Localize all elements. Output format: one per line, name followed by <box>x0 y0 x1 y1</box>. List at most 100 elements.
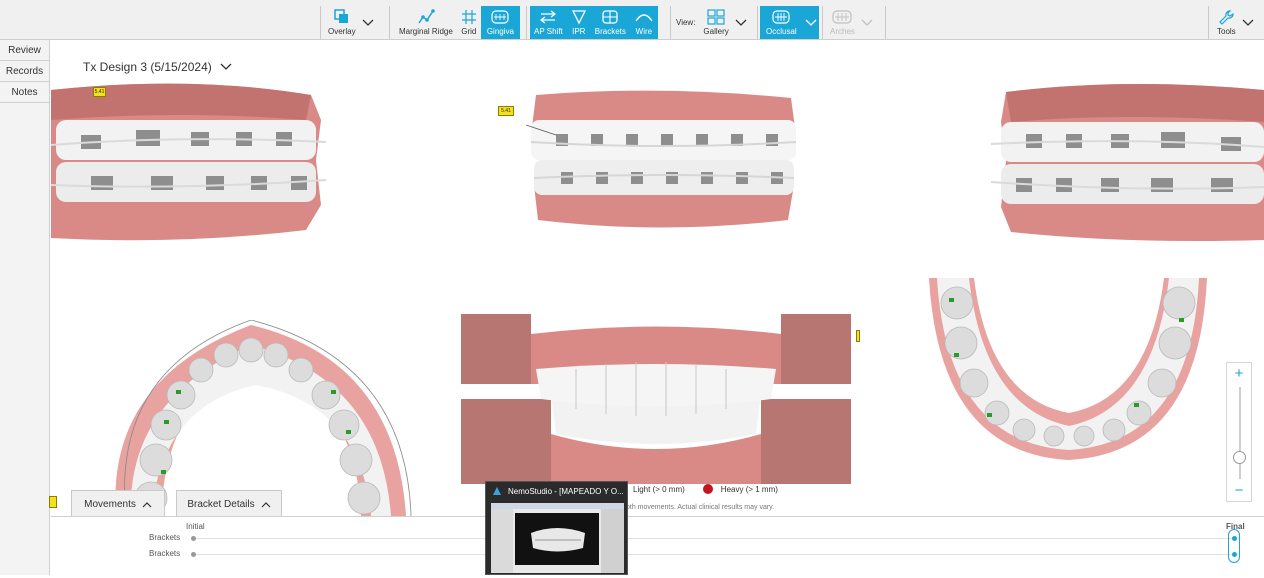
legend-heavy: Heavy (> 1 mm) <box>720 484 778 494</box>
gingiva-label: Gingiva <box>486 27 514 36</box>
toolbar-divider <box>526 6 527 39</box>
sidebar-item-review[interactable]: Review <box>0 40 49 61</box>
final-stage-dot[interactable] <box>1232 552 1237 557</box>
preview-thumbnail <box>491 503 624 573</box>
bracket-details-tab-label: Bracket Details <box>187 498 255 510</box>
brackets-button[interactable]: Brackets <box>590 6 630 39</box>
toolbar-divider <box>757 6 758 39</box>
frontal-open-view[interactable] <box>456 314 854 489</box>
chevron-down-icon <box>220 63 232 70</box>
legend-light: Light (> 0 mm) <box>633 484 685 494</box>
marginal-ridge-button[interactable]: Marginal Ridge <box>395 6 457 39</box>
gingiva-button[interactable]: Gingiva <box>480 6 520 39</box>
movements-tab[interactable]: Movements <box>71 490 165 517</box>
wire-icon <box>635 14 653 22</box>
collision-legend: Light (> 0 mm) Heavy (> 1 mm) <box>633 484 778 494</box>
arches-icon <box>832 10 853 24</box>
initial-label: Initial <box>186 522 205 531</box>
gallery-viewport[interactable]: Tx Design 3 (5/15/2024) 5.41 5.41 + − Li… <box>51 40 1264 516</box>
toolbar-divider <box>670 6 671 39</box>
overlay-group: Overlay <box>324 6 376 39</box>
arches-button[interactable]: Arches <box>826 6 859 39</box>
zoom-in-button[interactable]: + <box>1227 365 1251 382</box>
tools-button[interactable]: Tools <box>1213 6 1240 39</box>
arches-chevron-down-icon[interactable] <box>859 6 875 39</box>
ap-shift-button[interactable]: AP Shift <box>530 6 567 39</box>
upper-occlusal-view[interactable] <box>106 320 416 516</box>
ap-shift-icon <box>540 10 557 24</box>
zoom-control: + − <box>1226 362 1252 502</box>
brackets-icon <box>602 10 618 24</box>
occlusal-group: Occlusal <box>760 6 819 39</box>
view-options-group: Marginal Ridge Grid Gingiva <box>395 6 520 39</box>
bracket-details-tab[interactable]: Bracket Details <box>176 490 282 517</box>
arches-label: Arches <box>830 27 855 36</box>
final-stage-dot[interactable] <box>1232 536 1237 541</box>
toolbar-divider <box>822 6 823 39</box>
chevron-up-icon <box>142 501 152 507</box>
disclaimer-text: oth movements. Actual clinical results m… <box>626 504 775 511</box>
design-title: Tx Design 3 (5/15/2024) <box>83 60 212 74</box>
stage-timeline: Initial Final Brackets Brackets <box>51 516 1264 575</box>
occlusal-chevron-down-icon[interactable] <box>803 6 819 39</box>
overlay-chevron-down-icon[interactable] <box>360 6 376 39</box>
right-buccal-view[interactable] <box>51 80 336 242</box>
wire-button[interactable]: Wire <box>629 6 658 39</box>
brackets-row-label: Brackets <box>149 533 181 542</box>
arches-group: Arches <box>826 6 875 39</box>
ipr-tag[interactable]: 5.41 <box>93 87 106 97</box>
zoom-out-button[interactable]: − <box>1227 482 1251 499</box>
grid-button[interactable]: Grid <box>457 6 481 39</box>
ipr-tag-edge[interactable] <box>49 496 57 508</box>
toolbar-divider <box>389 6 390 39</box>
heavy-dot-icon <box>702 484 713 494</box>
initial-stage-dot[interactable] <box>191 552 196 557</box>
timeline-track[interactable] <box>194 538 1234 539</box>
ipr-tag-edge[interactable] <box>856 330 860 342</box>
preview-title: NemoStudio - [MAPEADO Y O... <box>508 486 624 496</box>
ipr-tag[interactable]: 5.41 <box>498 106 514 116</box>
toolbar-divider <box>1208 6 1209 39</box>
brackets-row-label: Brackets <box>149 549 181 558</box>
overlay-icon <box>334 9 348 23</box>
gingiva-icon <box>491 10 509 24</box>
occlusal-button[interactable]: Occlusal <box>760 6 803 39</box>
toolbar: Overlay Marginal Ridge Grid Gingiva AP S… <box>0 0 1264 40</box>
toolbar-divider <box>885 6 886 39</box>
taskbar-window-preview[interactable]: NemoStudio - [MAPEADO Y O... <box>485 481 628 575</box>
sidebar-item-records[interactable]: Records <box>0 61 49 82</box>
gallery-chevron-down-icon[interactable] <box>733 6 749 39</box>
nemostudio-app-icon <box>493 487 501 495</box>
sidebar-item-notes[interactable]: Notes <box>0 82 49 103</box>
tools-menu-group: Tools <box>1213 6 1256 39</box>
chevron-up-icon <box>261 501 271 507</box>
preview-header: NemoStudio - [MAPEADO Y O... <box>486 482 627 500</box>
ap-shift-label: AP Shift <box>534 27 563 36</box>
wrench-icon <box>1219 10 1234 25</box>
gallery-label: Gallery <box>703 27 729 36</box>
gallery-icon <box>707 9 725 25</box>
overlay-label: Overlay <box>328 27 356 36</box>
final-stage-marker[interactable] <box>1228 529 1240 563</box>
zoom-track[interactable] <box>1239 387 1241 479</box>
gallery-button[interactable]: Gallery <box>699 6 732 39</box>
ipr-button[interactable]: IPR <box>566 6 591 39</box>
left-buccal-view[interactable] <box>986 82 1264 242</box>
tools-chevron-down-icon[interactable] <box>1240 6 1256 39</box>
left-sidebar: Review Records Notes <box>0 40 50 575</box>
occlusal-icon <box>772 10 790 24</box>
ipr-label: IPR <box>572 27 586 36</box>
marginal-ridge-icon <box>418 9 435 24</box>
lower-occlusal-view[interactable] <box>929 278 1209 463</box>
occlusal-label: Occlusal <box>766 27 797 36</box>
design-selector[interactable]: Tx Design 3 (5/15/2024) <box>83 60 232 74</box>
zoom-slider-thumb[interactable] <box>1233 451 1246 464</box>
frontal-view[interactable] <box>526 90 801 230</box>
movements-tab-label: Movements <box>84 498 136 510</box>
initial-stage-dot[interactable] <box>191 536 196 541</box>
brackets-label: Brackets <box>594 27 626 36</box>
timeline-track[interactable] <box>194 554 1234 555</box>
grid-icon <box>461 10 476 24</box>
toolbar-divider <box>320 6 321 39</box>
overlay-button[interactable]: Overlay <box>324 6 360 39</box>
